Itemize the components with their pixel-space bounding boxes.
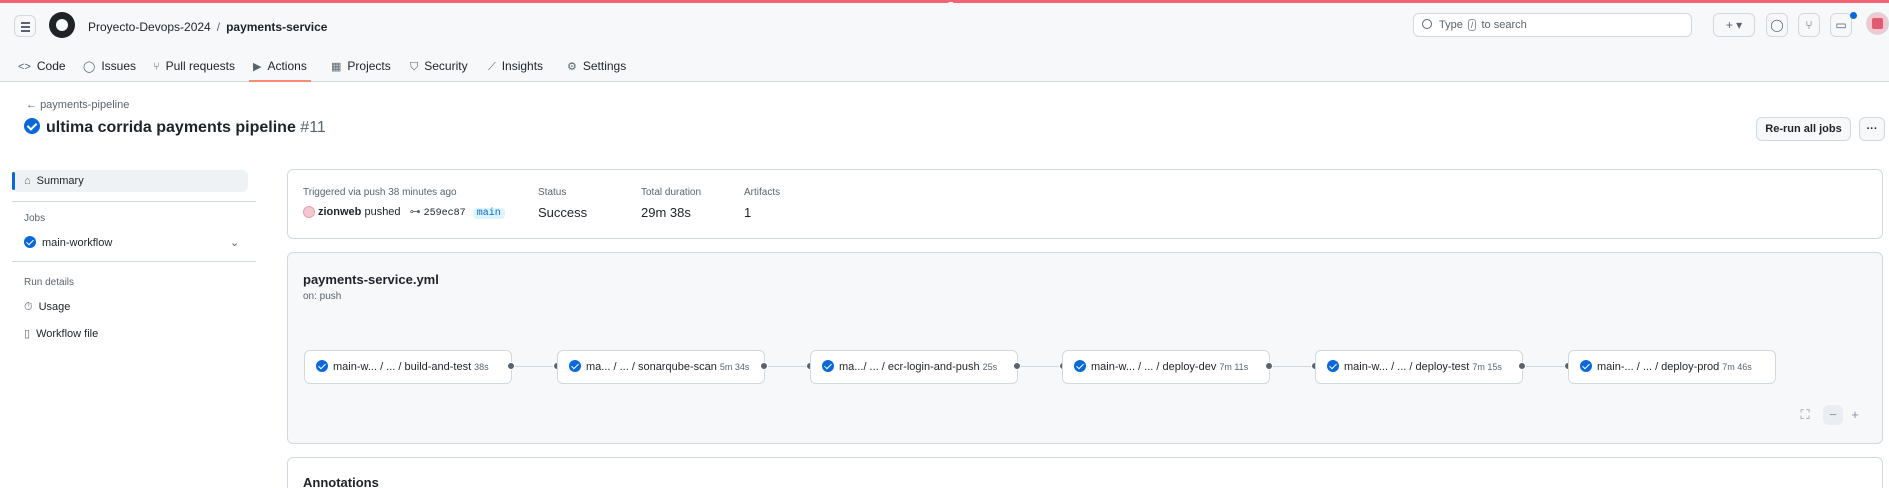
search-input[interactable]: Type / to search	[1413, 13, 1692, 37]
table-icon: ▦	[331, 61, 342, 73]
zoom-in-button[interactable]: +	[1845, 405, 1865, 425]
job-ecr-login-and-push[interactable]: ma.../ ... / ecr-login-and-push 25s	[810, 350, 1018, 384]
user-avatar	[303, 206, 315, 219]
workflow-file-name: payments-service.yml	[303, 272, 439, 287]
issues-icon[interactable]: ◯	[1766, 13, 1788, 37]
back-link[interactable]: ← payments-pipeline	[26, 99, 129, 111]
check-circle-icon	[24, 117, 40, 134]
create-new-button[interactable]: + ▾	[1713, 13, 1755, 37]
menu-icon[interactable]	[14, 15, 36, 37]
check-circle-icon	[1580, 360, 1592, 373]
repo-header: Proyecto-Devops-2024/payments-service Ty…	[0, 3, 1889, 82]
annotations-panel: Annotations	[287, 457, 1883, 488]
job-deploy-prod[interactable]: main-... / ... / deploy-prod 7m 46s	[1568, 350, 1776, 384]
inbox-icon[interactable]: ▭	[1830, 13, 1852, 37]
job-deploy-dev[interactable]: main-w... / ... / deploy-dev 7m 11s	[1062, 350, 1270, 384]
check-circle-icon	[822, 360, 834, 373]
workflow-trigger: on: push	[303, 291, 342, 302]
job-connector	[1526, 366, 1566, 367]
repo-link[interactable]: payments-service	[226, 20, 327, 34]
play-icon: ▶	[253, 61, 262, 73]
tab-security[interactable]: ⛉ Security	[410, 50, 468, 82]
artifacts-value[interactable]: 1	[744, 205, 751, 220]
sidebar-item-usage[interactable]: ⏱ Usage	[12, 296, 248, 318]
tab-insights[interactable]: ⟋ Insights	[488, 50, 543, 82]
annotations-title: Annotations	[303, 475, 379, 488]
commit-info: zionweb pushed ⊶ 259ec87 main	[303, 205, 505, 219]
stopwatch-icon: ⏱	[24, 301, 33, 313]
workflow-graph-panel: payments-service.yml on: push	[287, 252, 1883, 444]
search-icon	[1422, 19, 1432, 29]
job-deploy-test[interactable]: main-w... / ... / deploy-test 7m 15s	[1315, 350, 1523, 384]
duration-label: Total duration	[641, 187, 702, 198]
job-connector-dot	[1518, 362, 1526, 370]
job-connector-dot	[507, 362, 515, 370]
jobs-heading: Jobs	[24, 213, 46, 224]
job-connector-dot	[760, 362, 768, 370]
job-sonarqube-scan[interactable]: ma... / ... / sonarqube-scan 5m 34s	[557, 350, 765, 384]
github-logo-icon[interactable]	[49, 12, 75, 38]
commit-link[interactable]: 259ec87	[424, 208, 466, 219]
tab-projects[interactable]: ▦ Projects	[331, 50, 391, 82]
page-title: ultima corrida payments pipeline #11	[24, 117, 326, 137]
user-avatar[interactable]	[1866, 12, 1889, 35]
tab-code[interactable]: <> Code	[18, 50, 66, 82]
notification-dot	[1850, 12, 1857, 19]
chevron-down-icon[interactable]: ⌄	[230, 236, 239, 249]
rerun-all-jobs-button[interactable]: Re-run all jobs	[1756, 117, 1851, 141]
check-circle-icon	[1327, 360, 1339, 373]
divider	[12, 201, 256, 202]
job-connector-dot	[1013, 362, 1021, 370]
pull-requests-icon[interactable]: ⑂	[1798, 13, 1820, 37]
check-circle-icon	[316, 360, 328, 373]
user-link[interactable]: zionweb	[318, 206, 361, 218]
status-value: Success	[538, 205, 588, 220]
job-connector-dot	[1265, 362, 1273, 370]
gear-icon: ⚙	[567, 61, 577, 73]
artifacts-label: Artifacts	[744, 187, 781, 198]
zoom-out-button[interactable]: −	[1823, 405, 1843, 425]
file-icon: ▯	[24, 328, 31, 340]
graph-icon: ⟋	[488, 61, 496, 73]
job-build-and-test[interactable]: main-w... / ... / build-and-test 38s	[304, 350, 512, 384]
tab-settings[interactable]: ⚙ Settings	[567, 50, 626, 82]
tab-pull-requests[interactable]: ⑂ Pull requests	[153, 50, 235, 82]
check-circle-icon	[1074, 360, 1086, 373]
branch-badge[interactable]: main	[472, 208, 505, 219]
divider	[12, 261, 256, 262]
tab-actions[interactable]: ▶ Actions	[249, 50, 311, 82]
issue-icon: ◯	[83, 61, 96, 73]
status-label: Status	[538, 187, 567, 198]
job-connector	[768, 366, 808, 367]
job-connector	[1273, 366, 1313, 367]
owner-link[interactable]: Proyecto-Devops-2024	[88, 20, 211, 34]
trigger-text: Triggered via push 38 minutes ago	[303, 187, 457, 198]
sidebar-item-main-workflow[interactable]: main-workflow ⌄	[12, 232, 248, 254]
duration-value: 29m 38s	[641, 205, 691, 220]
arrow-left-icon: ←	[26, 99, 37, 111]
fullscreen-icon[interactable]: ⛶	[1795, 405, 1815, 425]
run-details-heading: Run details	[24, 277, 75, 288]
sidebar-item-workflow-file[interactable]: ▯ Workflow file	[12, 322, 248, 344]
commit-icon: ⊶	[409, 206, 421, 218]
breadcrumb: Proyecto-Devops-2024/payments-service	[88, 20, 328, 34]
tab-issues[interactable]: ◯ Issues	[83, 50, 136, 82]
pull-request-icon: ⑂	[153, 61, 160, 73]
code-icon: <>	[18, 61, 31, 73]
check-circle-icon	[24, 236, 36, 249]
check-circle-icon	[569, 360, 581, 373]
shield-icon: ⛉	[410, 61, 419, 73]
run-summary-panel: Triggered via push 38 minutes ago zionwe…	[287, 169, 1883, 239]
home-icon: ⌂	[24, 175, 31, 187]
job-connector	[1021, 366, 1061, 367]
job-connector	[515, 366, 555, 367]
more-options-button[interactable]: ···	[1859, 117, 1885, 141]
sidebar-item-summary[interactable]: ⌂ Summary	[12, 170, 248, 192]
